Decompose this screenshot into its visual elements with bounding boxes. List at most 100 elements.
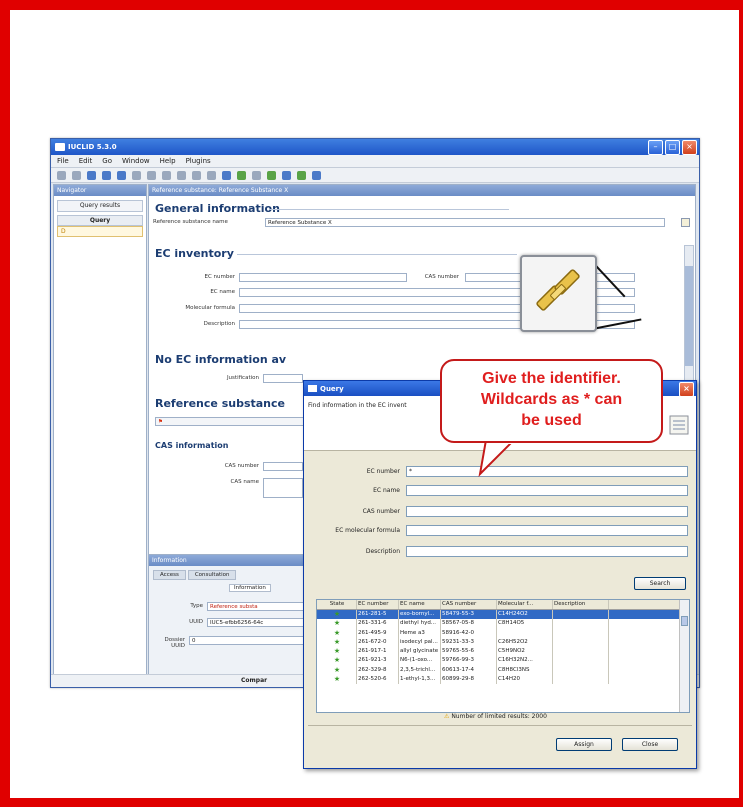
flag-icon[interactable]: ⚑: [158, 419, 163, 425]
save-icon[interactable]: [102, 170, 111, 180]
star-icon: ★: [333, 610, 341, 618]
menu-go[interactable]: Go: [102, 157, 112, 165]
cas-number-cell: 58916-42-0: [441, 628, 497, 638]
cas-name-field[interactable]: [263, 478, 303, 498]
formula-cell: C14H20: [497, 675, 553, 685]
new-icon[interactable]: [132, 170, 141, 180]
tab-query-results[interactable]: Query results: [57, 200, 143, 212]
ec-number-field[interactable]: [239, 273, 407, 282]
ec-formula-query-input[interactable]: [406, 525, 688, 536]
ec-number-query-input[interactable]: *: [406, 466, 688, 477]
back-icon[interactable]: [57, 170, 66, 180]
col-ec-name[interactable]: EC name: [399, 600, 441, 609]
table-row[interactable]: ★ 261-495-9 Heme a3 58916-42-0: [317, 628, 689, 638]
maximize-button[interactable]: □: [665, 140, 680, 155]
validate-icon[interactable]: [237, 170, 246, 180]
paste-icon[interactable]: [162, 170, 171, 180]
ref-name-label: Reference substance name: [153, 219, 228, 225]
ec-number-cell: 261-672-0: [357, 637, 399, 648]
ref-name-link-button[interactable]: [681, 218, 690, 227]
menu-help[interactable]: Help: [160, 157, 176, 165]
description-query-input[interactable]: [406, 546, 688, 557]
print-icon[interactable]: [282, 170, 291, 180]
cas-number-cell: 59766-99-3: [441, 656, 497, 666]
save-all-icon[interactable]: [117, 170, 126, 180]
ec-name-query-label: EC name: [373, 487, 400, 494]
cas-number-cell: 60899-29-8: [441, 675, 497, 685]
tab-access[interactable]: Access: [153, 570, 186, 580]
menu-window[interactable]: Window: [122, 157, 150, 165]
window-controls: – □ ×: [648, 140, 697, 155]
export-icon[interactable]: [252, 170, 261, 180]
tab-consultation[interactable]: Consultation: [187, 570, 237, 580]
divider: [269, 209, 509, 210]
star-icon: ★: [333, 628, 341, 637]
col-state[interactable]: State: [317, 600, 357, 609]
query-row[interactable]: D: [57, 226, 143, 237]
undo-icon[interactable]: [192, 170, 201, 180]
formula-cell: C26H52O2: [497, 637, 553, 648]
cas-number-query-label: CAS number: [362, 508, 400, 515]
table-row[interactable]: ★ 261-921-3 N6-(1-oxo... 59766-99-3 C16H…: [317, 656, 689, 666]
ec-name-cell: Heme a3: [399, 628, 441, 638]
menu-file[interactable]: File: [57, 157, 69, 165]
formula-cell: C5H9NO2: [497, 647, 553, 657]
table-row[interactable]: ★ 262-329-8 2,3,5-trichl... 60613-17-4 C…: [317, 665, 689, 676]
ref-name-field[interactable]: Reference Substance X: [265, 218, 665, 227]
table-row[interactable]: ★ 261-917-1 allyl glycinate 59765-55-6 C…: [317, 647, 689, 657]
cas-number-query-input[interactable]: [406, 506, 688, 517]
assign-button[interactable]: Assign: [556, 738, 612, 751]
description-cell: [553, 675, 609, 685]
formula-cell: C8H14O5: [497, 619, 553, 629]
ec-number-cell: 262-520-6: [357, 675, 399, 685]
delete-icon[interactable]: [177, 170, 186, 180]
results-header: State EC number EC name CAS number Molec…: [317, 600, 689, 610]
app-logo-icon: [308, 385, 317, 392]
menu-plugins[interactable]: Plugins: [186, 157, 211, 165]
close-button[interactable]: ×: [682, 140, 697, 155]
forward-icon[interactable]: [72, 170, 81, 180]
compare-tab[interactable]: Compar: [241, 677, 267, 684]
limited-results-notice: ⚠ Number of limited results: 2000: [444, 713, 547, 720]
plugin-icon[interactable]: [297, 170, 306, 180]
ec-number-cell: 261-917-1: [357, 647, 399, 657]
results-scrollbar[interactable]: [679, 600, 689, 712]
home-icon[interactable]: [87, 170, 96, 180]
tree-icon[interactable]: [267, 170, 276, 180]
ec-name-label: EC name: [210, 289, 235, 295]
description-cell: [553, 619, 609, 629]
description-cell: [553, 665, 609, 676]
cas-number2-field[interactable]: [263, 462, 303, 471]
ec-formula-query-label: EC molecular formula: [335, 527, 400, 534]
redo-icon[interactable]: [207, 170, 216, 180]
help-icon[interactable]: [312, 170, 321, 180]
report-icon[interactable]: [222, 170, 231, 180]
formula-cell: [497, 628, 553, 638]
uuid-label: UUID: [189, 619, 203, 625]
tab-information[interactable]: Information: [229, 584, 271, 592]
cas-number-cell: 58567-05-8: [441, 619, 497, 629]
col-cas-number[interactable]: CAS number: [441, 600, 497, 609]
table-row[interactable]: ★ 261-672-0 isodecyl pal... 59231-33-3 C…: [317, 637, 689, 648]
close-dialog-button[interactable]: Close: [622, 738, 678, 751]
dialog-close-icon[interactable]: ×: [679, 382, 694, 397]
menu-edit[interactable]: Edit: [79, 157, 93, 165]
table-row[interactable]: ★ 261-281-5 exo-bornyl... 58479-55-3 C14…: [317, 610, 689, 620]
star-icon: ★: [333, 665, 341, 674]
table-row[interactable]: ★ 261-331-6 diethyl hyd... 58567-05-8 C8…: [317, 619, 689, 629]
ec-name-query-input[interactable]: [406, 485, 688, 496]
cas-number2-label: CAS number: [224, 463, 259, 469]
ec-number-label: EC number: [204, 274, 235, 280]
col-molecular-formula[interactable]: Molecular f...: [497, 600, 553, 609]
ec-name-cell: diethyl hyd...: [399, 619, 441, 629]
col-ec-number[interactable]: EC number: [357, 600, 399, 609]
ref-substance-toolbar: ⚑: [155, 417, 305, 426]
col-description[interactable]: Description: [553, 600, 609, 609]
copy-icon[interactable]: [147, 170, 156, 180]
search-button[interactable]: Search: [634, 577, 686, 590]
title-bar: IUCLID 5.3.0: [51, 139, 699, 155]
table-row[interactable]: ★ 262-520-6 1-ethyl-1,3... 60899-29-8 C1…: [317, 675, 689, 685]
minimize-button[interactable]: –: [648, 140, 663, 155]
justification-field[interactable]: [263, 374, 303, 383]
ec-name-cell: 1-ethyl-1,3...: [399, 675, 441, 685]
